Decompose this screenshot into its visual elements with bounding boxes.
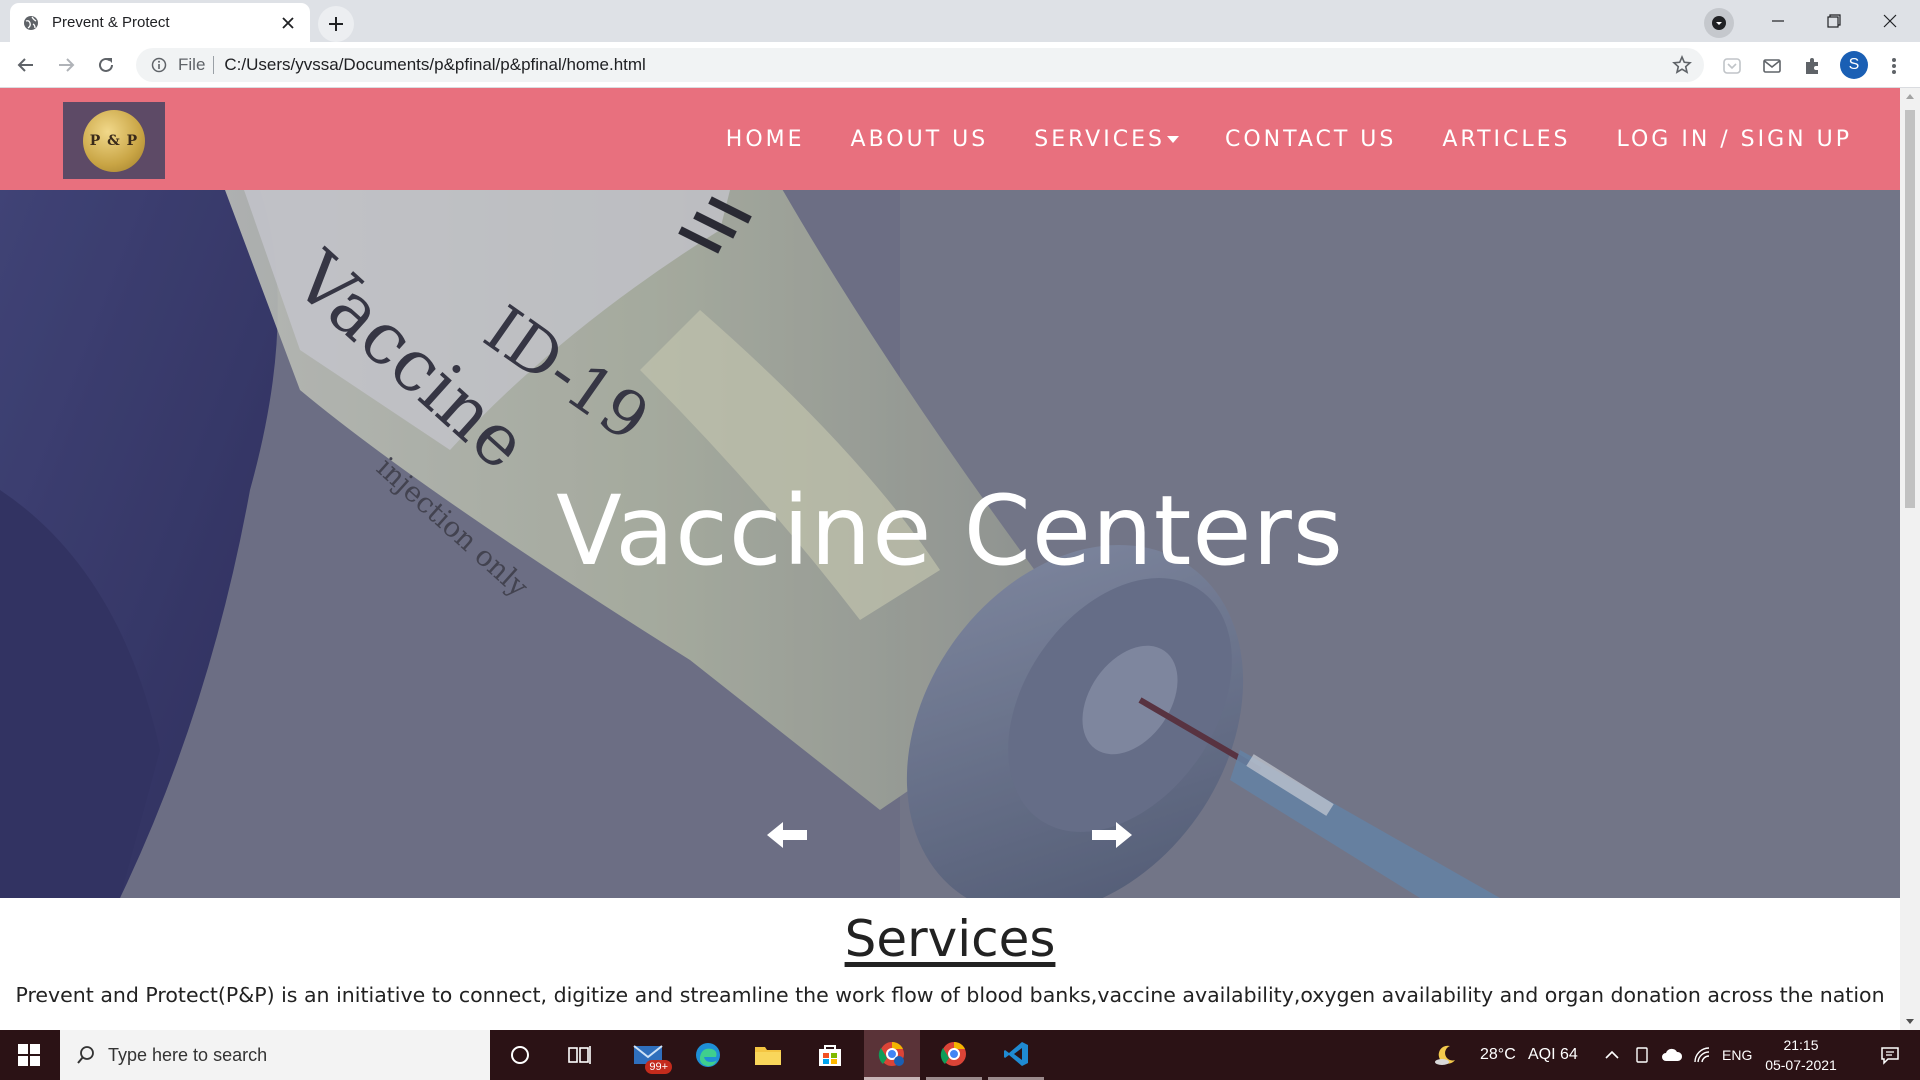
globe-icon: [22, 14, 40, 32]
close-tab-icon[interactable]: [278, 13, 298, 33]
system-clock[interactable]: 21:15 05-07-2021: [1756, 1035, 1846, 1075]
services-heading: Services: [844, 910, 1056, 968]
chrome-icon[interactable]: [926, 1030, 982, 1080]
browser-tab-strip: Prevent & Protect: [0, 0, 1920, 42]
hero-heading: Vaccine Centers: [556, 475, 1344, 587]
edge-browser-icon[interactable]: [680, 1030, 736, 1080]
logo-text: P & P: [89, 132, 139, 149]
browser-tab[interactable]: Prevent & Protect: [10, 3, 310, 42]
hero-carousel: ID-19 Vaccine injection only Vaccine Cen…: [0, 190, 1900, 898]
mail-app-icon[interactable]: 99+: [620, 1030, 676, 1080]
weather-moon-icon[interactable]: [1428, 1030, 1464, 1080]
mail-badge: 99+: [645, 1060, 672, 1074]
tab-title: Prevent & Protect: [52, 14, 170, 31]
address-bar[interactable]: File C:/Users/yvssa/Documents/p&pfinal/p…: [136, 48, 1704, 82]
nav-articles[interactable]: ARTICLES: [1442, 127, 1570, 152]
action-center-icon[interactable]: [1862, 1030, 1918, 1080]
nav-contact-us[interactable]: CONTACT US: [1225, 127, 1396, 152]
clock-time: 21:15: [1783, 1037, 1819, 1053]
logo-emblem: P & P: [83, 109, 145, 172]
forward-button[interactable]: [50, 49, 82, 81]
taskbar-search-box[interactable]: Type here to search: [60, 1030, 490, 1080]
profile-avatar[interactable]: S: [1840, 51, 1868, 79]
mail-extension-icon[interactable]: [1760, 54, 1784, 78]
cortana-icon[interactable]: [492, 1030, 548, 1080]
pocket-extension-icon[interactable]: [1720, 54, 1744, 78]
site-info-icon[interactable]: [150, 56, 168, 74]
services-description: Prevent and Protect(P&P) is an initiativ…: [15, 983, 1885, 1007]
search-icon: [77, 1046, 94, 1064]
clock-date: 05-07-2021: [1765, 1057, 1837, 1073]
site-logo[interactable]: P & P: [63, 102, 165, 179]
browser-menu-icon[interactable]: [1882, 54, 1906, 78]
web-page: P & P HOME ABOUT US SERVICES CONTACT US …: [0, 88, 1900, 1030]
windows-start-icon[interactable]: [0, 1030, 58, 1080]
scroll-down-arrow-icon[interactable]: [1906, 1019, 1914, 1024]
new-tab-button[interactable]: [318, 6, 354, 42]
site-navbar: P & P HOME ABOUT US SERVICES CONTACT US …: [0, 88, 1900, 190]
nav-login-signup[interactable]: LOG IN / SIGN UP: [1617, 127, 1853, 152]
taskbar-search-placeholder: Type here to search: [108, 1044, 268, 1065]
weather-temperature[interactable]: 28°C: [1480, 1030, 1516, 1080]
air-quality-index[interactable]: AQI 64: [1528, 1030, 1578, 1080]
windows-taskbar: Type here to search 99+ 28°C AQI 64 ENG …: [0, 1030, 1920, 1080]
nav-home[interactable]: HOME: [726, 127, 805, 152]
url-scheme-label: File: [178, 56, 215, 74]
carousel-prev-arrow-icon[interactable]: [765, 820, 809, 850]
store-icon[interactable]: [802, 1030, 858, 1080]
scroll-up-arrow-icon[interactable]: [1906, 94, 1914, 99]
vscode-icon[interactable]: [988, 1030, 1044, 1080]
close-window-button[interactable]: [1862, 0, 1918, 42]
nav-links: HOME ABOUT US SERVICES CONTACT US ARTICL…: [680, 88, 1852, 190]
task-view-icon[interactable]: [552, 1030, 608, 1080]
file-explorer-icon[interactable]: [740, 1030, 796, 1080]
page-scrollbar[interactable]: [1900, 88, 1920, 1030]
carousel-next-arrow-icon[interactable]: [1090, 820, 1134, 850]
browser-toolbar: File C:/Users/yvssa/Documents/p&pfinal/p…: [0, 42, 1920, 88]
restore-button[interactable]: [1806, 0, 1862, 42]
minimize-button[interactable]: [1750, 0, 1806, 42]
back-button[interactable]: [10, 49, 42, 81]
bookmark-star-icon[interactable]: [1672, 54, 1692, 75]
nav-services-label: SERVICES: [1034, 126, 1165, 152]
input-language[interactable]: ENG: [1722, 1030, 1752, 1080]
caret-down-icon: [1166, 135, 1179, 143]
nav-services-dropdown[interactable]: SERVICES: [1034, 127, 1179, 152]
tab-search-button[interactable]: [1704, 8, 1734, 38]
device-icon[interactable]: [1630, 1030, 1654, 1080]
chrome-profile-window-icon[interactable]: [864, 1030, 920, 1080]
wifi-icon[interactable]: [1690, 1030, 1714, 1080]
onedrive-cloud-icon[interactable]: [1658, 1030, 1686, 1080]
extensions-puzzle-icon[interactable]: [1800, 54, 1824, 78]
url-text[interactable]: C:/Users/yvssa/Documents/p&pfinal/p&pfin…: [224, 55, 645, 75]
reload-button[interactable]: [90, 49, 122, 81]
scrollbar-thumb[interactable]: [1905, 110, 1915, 508]
nav-about-us[interactable]: ABOUT US: [851, 127, 989, 152]
tray-chevron-up-icon[interactable]: [1600, 1030, 1624, 1080]
